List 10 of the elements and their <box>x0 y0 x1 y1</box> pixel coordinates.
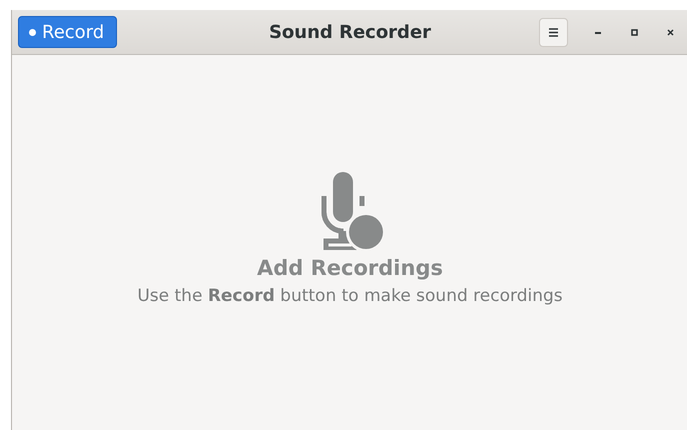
maximize-icon <box>630 28 638 36</box>
menu-button[interactable] <box>539 18 568 46</box>
close-icon <box>666 28 674 36</box>
menu-icon <box>549 28 558 36</box>
record-button[interactable]: Record <box>18 16 118 48</box>
empty-state-message: Use the Record button to make sound recordings <box>137 286 563 306</box>
record-dot-icon <box>29 28 36 36</box>
minimize-icon <box>595 30 601 34</box>
window-title: Sound Recorder <box>268 22 432 42</box>
empty-state-title: Add Recordings <box>257 256 443 280</box>
